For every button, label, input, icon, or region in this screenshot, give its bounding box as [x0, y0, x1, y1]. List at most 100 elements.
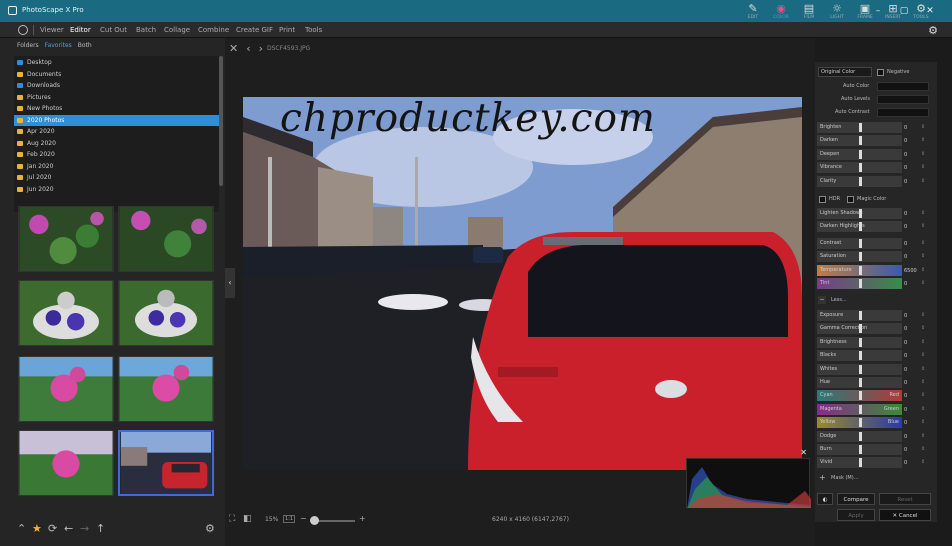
stepper-icon[interactable]: ⇕	[921, 366, 925, 372]
slider-value[interactable]: 0	[904, 407, 907, 413]
slider-knob[interactable]	[859, 209, 862, 218]
folder-item[interactable]: Jun 2020	[14, 184, 219, 195]
slider-value[interactable]: 0	[904, 460, 907, 466]
thumbnail[interactable]	[18, 206, 114, 272]
slider-yellow[interactable]: Yellow Blue	[817, 417, 902, 429]
slider-knob[interactable]	[859, 311, 862, 320]
slider-brighten[interactable]: Brighten	[817, 122, 902, 133]
stepper-icon[interactable]: ⇕	[921, 124, 925, 130]
panel-scrollbar[interactable]	[937, 62, 952, 546]
color-preset-dropdown[interactable]: Original Color	[818, 67, 872, 77]
slider-value[interactable]: 0	[904, 179, 907, 185]
thumbnail[interactable]	[118, 280, 214, 346]
thumbnail[interactable]	[18, 280, 114, 346]
slider-vivid[interactable]: Vivid	[817, 457, 902, 469]
stepper-icon[interactable]: ⇕	[921, 223, 925, 229]
thumbnail-selected[interactable]	[118, 430, 214, 496]
tool-color[interactable]: ◉ COLOR	[768, 2, 794, 20]
tool-tools[interactable]: ⚙ TOOLS	[908, 2, 934, 20]
previous-image-icon[interactable]: ‹	[246, 42, 250, 55]
slider-knob[interactable]	[859, 418, 862, 428]
star-favorite-icon[interactable]: ★	[32, 522, 42, 535]
slider-knob[interactable]	[859, 351, 862, 361]
slider-value[interactable]: 0	[904, 434, 907, 440]
slider-value[interactable]: 0	[904, 125, 907, 131]
slider-deepen[interactable]: Deepen	[817, 148, 902, 160]
slider-contrast[interactable]: Contrast	[817, 238, 902, 249]
tool-edit[interactable]: ✎ EDIT	[740, 2, 766, 20]
menu-batch[interactable]: Batch	[136, 26, 156, 34]
auto-color-dropdown[interactable]	[877, 82, 929, 91]
slider-value[interactable]: 0	[904, 380, 907, 386]
thumbnail[interactable]	[118, 356, 214, 422]
slider-value[interactable]: 0	[904, 254, 907, 260]
folder-item[interactable]: Documents	[14, 69, 219, 80]
stepper-icon[interactable]: ⇕	[921, 137, 925, 143]
slider-knob[interactable]	[859, 279, 862, 289]
stepper-icon[interactable]: ⇕	[921, 352, 925, 358]
slider-value[interactable]: 0	[904, 353, 907, 359]
compare-toggle-icon[interactable]: ◐	[817, 493, 833, 505]
menu-tools[interactable]: Tools	[305, 26, 322, 34]
slider-value[interactable]: 0	[904, 138, 907, 144]
split-view-icon[interactable]: ◧	[243, 514, 252, 524]
slider-knob[interactable]	[859, 252, 862, 262]
menu-combine[interactable]: Combine	[198, 26, 229, 34]
zoom-in-button[interactable]: +	[359, 514, 366, 523]
slider-lighten-shadows[interactable]: Lighten Shadows	[817, 208, 902, 219]
slider-knob[interactable]	[859, 458, 862, 468]
stepper-icon[interactable]: ⇕	[921, 419, 925, 425]
menu-cut-out[interactable]: Cut Out	[100, 26, 127, 34]
fit-icon[interactable]: ⛶	[229, 514, 235, 524]
slider-knob[interactable]	[859, 123, 862, 132]
tab-both[interactable]: Both	[78, 42, 92, 49]
slider-value[interactable]: 0	[904, 326, 907, 332]
folder-item[interactable]: 2020 Photos	[14, 114, 219, 126]
thumbnail[interactable]	[18, 430, 114, 496]
menu-collage[interactable]: Collage	[164, 26, 190, 34]
slider-knob[interactable]	[859, 176, 862, 186]
stepper-icon[interactable]: ⇕	[921, 312, 925, 318]
up-arrow-icon[interactable]: ↑	[96, 522, 105, 535]
stepper-icon[interactable]: ⇕	[921, 151, 925, 157]
close-image-icon[interactable]: ✕	[229, 42, 238, 55]
tool-frame[interactable]: ▣ FRAME	[852, 2, 878, 20]
folder-scrollbar[interactable]	[219, 56, 223, 186]
slider-knob[interactable]	[859, 149, 862, 159]
slider-knob[interactable]	[859, 222, 862, 232]
photo-canvas[interactable]	[243, 97, 802, 470]
next-image-icon[interactable]: ›	[259, 42, 263, 55]
stepper-icon[interactable]: ⇕	[921, 280, 925, 286]
slider-vibrance[interactable]: Vibrance	[817, 162, 902, 174]
tool-light[interactable]: ☼ LIGHT	[824, 2, 850, 20]
mask-add-icon[interactable]: +	[819, 473, 826, 482]
slider-clarity[interactable]: Clarity	[817, 175, 902, 187]
stepper-icon[interactable]: ⇕	[921, 339, 925, 345]
folder-item[interactable]: Feb 2020	[14, 149, 219, 160]
tool-insert[interactable]: ⊞ INSERT	[880, 2, 906, 20]
slider-tint[interactable]: Tint	[817, 278, 902, 290]
slider-value[interactable]: 0	[904, 367, 907, 373]
magic-color-checkbox[interactable]	[847, 196, 854, 203]
slider-knob[interactable]	[859, 324, 862, 334]
slider-value[interactable]: 0	[904, 420, 907, 426]
tab-folders[interactable]: Folders	[17, 42, 39, 49]
compare-button[interactable]: Compare	[837, 493, 875, 505]
folder-item[interactable]: Apr 2020	[14, 126, 219, 137]
stepper-icon[interactable]: ⇕	[921, 406, 925, 412]
less-toggle-icon[interactable]: −	[818, 296, 826, 304]
collapse-up-icon[interactable]: ⌃	[17, 522, 26, 535]
slider-knob[interactable]	[859, 391, 862, 401]
menu-viewer[interactable]: Viewer	[40, 26, 64, 34]
cancel-button[interactable]: ✕ Cancel	[879, 509, 931, 521]
stepper-icon[interactable]: ⇕	[921, 164, 925, 170]
mask-label[interactable]: Mask (M)...	[831, 475, 858, 481]
actual-size-button[interactable]: 1:1	[283, 515, 296, 523]
zoom-slider-knob[interactable]	[310, 516, 319, 525]
slider-value[interactable]: 0	[904, 241, 907, 247]
thumbnail[interactable]	[18, 356, 114, 422]
slider-value[interactable]: 0	[904, 211, 907, 217]
slider-exposure[interactable]: Exposure	[817, 310, 902, 321]
auto-contrast-dropdown[interactable]	[877, 108, 929, 117]
slider-knob[interactable]	[859, 163, 862, 173]
